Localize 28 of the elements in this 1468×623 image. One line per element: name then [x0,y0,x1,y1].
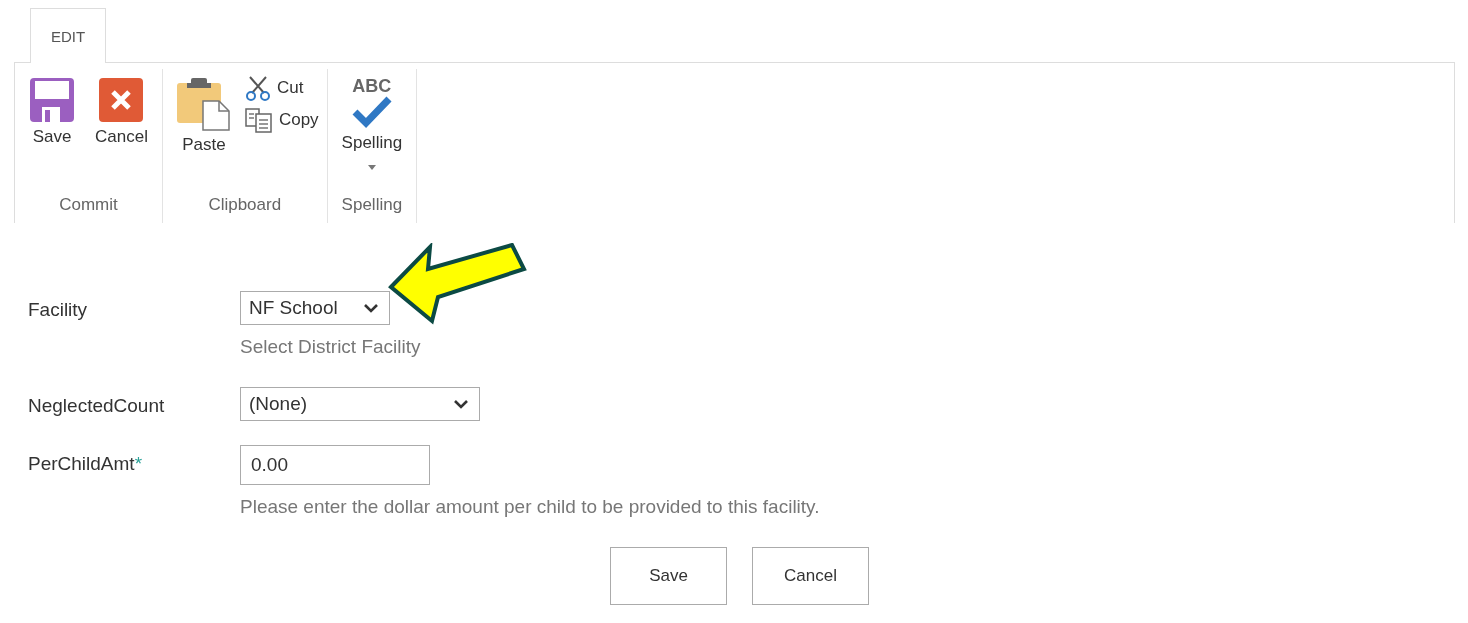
input-field[interactable]: 0.00 [240,445,430,485]
cut-ribbon-button[interactable]: Cut [244,75,319,101]
chevron-down-icon [363,303,379,313]
field-label: Facility [28,298,89,322]
paste-ribbon-button[interactable]: Paste [170,69,237,155]
required-mark: * [134,453,143,474]
dropdown-field[interactable]: NF School [240,291,390,325]
save-ribbon-button[interactable]: Save [23,69,81,147]
close-icon [98,77,145,123]
dropdown-field[interactable]: (None) [240,387,480,421]
clipboard-icon [176,77,231,131]
field-hint: Please enter the dollar amount per child to be provided to this facility. [240,495,821,519]
field-hint: Select District Facility [240,335,422,359]
copy-ribbon-button[interactable]: Copy [244,107,319,133]
form-button[interactable]: Save [610,547,727,605]
ribbon-group-label: Commit [58,195,119,215]
form-button[interactable]: Cancel [752,547,869,605]
ribbon-tab[interactable]: EDIT [30,8,106,63]
ribbon-group-label: Clipboard [207,195,283,215]
chevron-down-icon [453,399,469,409]
copy-icon [244,107,273,133]
cancel-ribbon-button[interactable]: Cancel [89,69,154,147]
ribbon-group-label: Spelling [340,195,404,215]
field-label: PerChildAmt* [28,452,144,476]
field-label: NeglectedCount [28,394,166,418]
spelling-ribbon-button[interactable]: ABC Spelling [335,69,409,170]
caret-icon [367,165,376,170]
scissors-icon [244,75,271,101]
